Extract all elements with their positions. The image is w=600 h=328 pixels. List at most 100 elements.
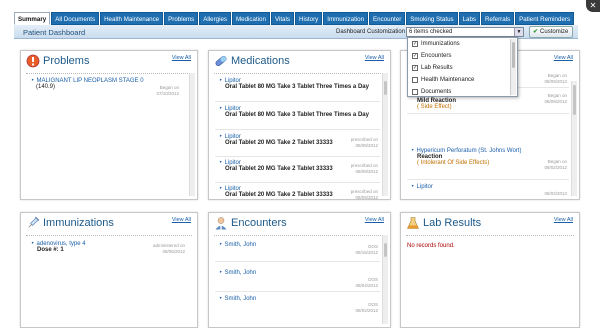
option-immunizations[interactable]: ✓ Immunizations: [412, 41, 460, 47]
checkbox-unchecked-icon[interactable]: [412, 77, 418, 83]
tab-history[interactable]: History: [294, 12, 323, 25]
medication-meta: prescribed on 08/09/2012: [350, 189, 378, 200]
medications-panel: Medications View All ‣ Lipitor Oral Tablet…: [208, 50, 391, 200]
immunization-meta: administered on 08/06/2012: [152, 243, 185, 254]
divider: [215, 261, 380, 262]
syringe-icon: [28, 216, 40, 228]
medications-title: Medications: [231, 55, 290, 67]
option-health-maintenance[interactable]: Health Maintenance: [412, 77, 474, 83]
flask-icon: [407, 217, 419, 229]
doctor-icon: [215, 217, 227, 230]
tab-problems[interactable]: Problems: [164, 12, 199, 25]
scrollbar-thumb[interactable]: [512, 42, 515, 68]
lab-results-panel: Lab Results View All No records found.: [400, 212, 580, 328]
medication-item[interactable]: ‣ Lipitor Oral Tablet 20 MG Take 2 Tablet …: [219, 133, 333, 146]
tab-all-documents[interactable]: All Documents: [51, 12, 100, 25]
medication-meta: prescribed on 08/09/2012: [350, 163, 378, 174]
customization-select[interactable]: 6 items checked ▼: [406, 27, 524, 37]
divider: [215, 291, 380, 292]
checkbox-unchecked-icon[interactable]: [412, 89, 418, 95]
encounter-item[interactable]: ‣ Smith, John: [219, 269, 256, 276]
tab-bar: Summary All Documents Health Maintenance…: [14, 12, 575, 25]
problem-code: (140.9): [36, 84, 56, 90]
tab-health-maintenance[interactable]: Health Maintenance: [100, 12, 164, 25]
immunizations-header: Immunizations: [26, 216, 114, 230]
option-documents[interactable]: Documents: [412, 89, 451, 95]
divider: [215, 101, 380, 102]
tab-patient-reminders[interactable]: Patient Reminders: [515, 12, 575, 25]
dropdown-scrollbar[interactable]: [510, 39, 516, 95]
tab-referrals[interactable]: Referrals: [481, 12, 515, 25]
divider: [26, 235, 192, 236]
immunization-item[interactable]: ‣ adenovirus, type 4 Dose #: 1: [31, 240, 86, 253]
option-encounters[interactable]: ✓ Encounters: [412, 53, 451, 59]
divider: [26, 73, 192, 74]
divider: [407, 113, 569, 114]
allergy-meta: Began on 08/02/2012: [544, 159, 567, 170]
scrollbar-thumb[interactable]: [384, 243, 387, 257]
encounters-header: Encounters: [214, 216, 287, 230]
allergies-scrollbar[interactable]: [571, 81, 577, 196]
tab-summary[interactable]: Summary: [14, 12, 51, 25]
problems-title: Problems: [43, 55, 90, 67]
customization-dropdown: ✓ Immunizations ✓ Encounters ✓ Lab Results …: [407, 37, 518, 97]
medication-item[interactable]: ‣ Lipitor Oral Tablet 20 MG Take 2 Tablet …: [219, 159, 333, 172]
checkmark-icon: ✔: [533, 29, 539, 35]
medication-item[interactable]: ‣ Lipitor Oral Tablet 20 MG Take 2 Tablet …: [219, 185, 333, 198]
problems-scrollbar[interactable]: [189, 73, 195, 196]
option-lab-results[interactable]: ✓ Lab Results: [412, 65, 453, 71]
close-icon[interactable]: ✕: [586, 0, 600, 12]
tab-immunization[interactable]: Immunization: [323, 12, 369, 25]
allergy-item[interactable]: ‣ Hypericum Perforatum (St. Johns Wort) Re…: [411, 147, 521, 166]
tab-labs[interactable]: Labs: [458, 12, 481, 25]
problems-panel: Problems View All ‣ MALIGNANT LIP NEOPLAS…: [20, 50, 198, 200]
immunizations-panel: Immunizations View All ‣ adenovirus, type…: [20, 212, 198, 328]
customize-button[interactable]: ✔ Customize: [529, 26, 573, 38]
chevron-down-icon[interactable]: ▼: [514, 28, 523, 36]
allergy-meta: Began on 08/09/2012: [544, 93, 567, 104]
scrollbar-thumb[interactable]: [573, 85, 576, 115]
encounters-view-all-link[interactable]: View All: [365, 217, 384, 223]
tab-allergies[interactable]: Allergies: [199, 12, 232, 25]
encounter-meta: DOS 08/02/2012: [355, 302, 378, 313]
immunizations-view-all-link[interactable]: View All: [172, 217, 191, 223]
divider: [214, 73, 385, 74]
encounter-meta: DOS 08/15/2012: [355, 244, 378, 255]
page-title: Patient Dashboard: [23, 28, 86, 37]
scrollbar-thumb[interactable]: [384, 81, 387, 95]
medications-scrollbar[interactable]: [382, 73, 388, 196]
customization-select-value: 6 items checked: [409, 29, 453, 35]
allergy-meta: 08/02/2012: [544, 191, 567, 196]
checkbox-checked-icon[interactable]: ✓: [412, 41, 418, 47]
checkbox-checked-icon[interactable]: ✓: [412, 65, 418, 71]
encounters-panel: Encounters View All ‣ Smith, John DOS 08/1…: [208, 212, 391, 328]
lab-results-view-all-link[interactable]: View All: [554, 217, 573, 223]
encounter-item[interactable]: ‣ Smith, John: [219, 295, 256, 302]
medication-meta: prescribed on 08/09/2012: [350, 137, 378, 148]
checkbox-checked-icon[interactable]: ✓: [412, 53, 418, 59]
divider: [214, 235, 385, 236]
encounters-scrollbar[interactable]: [382, 235, 388, 324]
medication-item[interactable]: ‣ Lipitor Oral Tablet 80 MG Take 3 Tablet …: [219, 77, 369, 90]
encounters-title: Encounters: [231, 217, 287, 229]
empty-state-text: No records found.: [407, 243, 455, 249]
pill-icon: [215, 55, 227, 67]
tab-medication[interactable]: Medication: [232, 12, 270, 25]
divider: [215, 129, 380, 130]
lab-results-header: Lab Results: [406, 216, 481, 230]
tab-vitals[interactable]: Vitals: [270, 12, 294, 25]
encounter-item[interactable]: ‣ Smith, John: [219, 241, 256, 248]
problems-icon: [26, 54, 40, 68]
tab-smoking-status[interactable]: Smoking Status: [406, 12, 458, 25]
allergy-item[interactable]: ‣ Lipitor: [411, 183, 433, 190]
medications-view-all-link[interactable]: View All: [365, 55, 384, 61]
allergy-meta: Began on 08/09/2012: [544, 73, 567, 84]
encounter-meta: DOS 08/04/2012: [355, 277, 378, 288]
allergies-view-all-link[interactable]: View All: [554, 55, 573, 61]
tab-encounter[interactable]: Encounter: [369, 12, 406, 25]
problem-meta: Began on 07/10/2012: [156, 85, 179, 96]
problems-header: Problems: [26, 54, 89, 68]
medication-item[interactable]: ‣ Lipitor Oral Tablet 80 MG Take 3 Tablet …: [219, 105, 369, 118]
problem-item[interactable]: ‣ MALIGNANT LIP NEOPLASM STAGE 0: [31, 77, 144, 84]
problems-view-all-link[interactable]: View All: [172, 55, 191, 61]
